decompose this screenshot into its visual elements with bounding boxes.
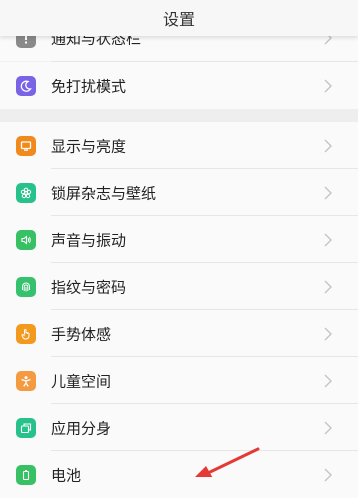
chevron-right-icon [324,139,332,152]
chevron-right-icon [324,233,332,246]
settings-item-display[interactable]: 显示与亮度 [0,122,358,169]
settings-item-label: 电池 [51,466,82,484]
fingerprint-icon [16,276,36,297]
clone-icon [16,417,36,438]
settings-item-do-not-disturb[interactable]: 免打扰模式 [0,62,358,109]
settings-item-label: 手势体感 [51,325,112,343]
settings-item-label: 儿童空间 [51,372,112,390]
chevron-right-icon [324,421,332,434]
settings-item-lockscreen-wallpaper[interactable]: 锁屏杂志与壁纸 [0,169,358,216]
settings-item-label: 显示与亮度 [51,137,127,155]
chevron-right-icon [324,186,332,199]
moon-icon [16,75,36,96]
settings-item-gestures[interactable]: 手势体感 [0,310,358,357]
settings-item-label: 声音与振动 [51,231,127,249]
flower-icon [16,182,36,203]
settings-item-sound-vibration[interactable]: 声音与振动 [0,216,358,263]
chevron-right-icon [324,79,332,92]
chevron-right-icon [324,374,332,387]
speaker-icon [16,229,36,250]
page-title: 设置 [162,10,195,29]
settings-item-label: 指纹与密码 [51,278,127,296]
settings-item-app-clone[interactable]: 应用分身 [0,404,358,451]
battery-icon [16,464,36,485]
settings-item-label: 免打扰模式 [51,77,127,95]
hand-icon [16,323,36,344]
chevron-right-icon [324,468,332,481]
settings-item-kids-space[interactable]: 儿童空间 [0,357,358,404]
chevron-right-icon [324,327,332,340]
settings-item-fingerprint-password[interactable]: 指纹与密码 [0,263,358,310]
section-gap [0,109,358,122]
settings-item-label: 应用分身 [51,419,112,437]
child-icon [16,370,36,391]
settings-item-battery[interactable]: 电池 [0,451,358,498]
settings-item-label: 锁屏杂志与壁纸 [51,184,157,202]
display-icon [16,135,36,156]
chevron-right-icon [324,280,332,293]
page-header: 设置 [0,0,358,36]
